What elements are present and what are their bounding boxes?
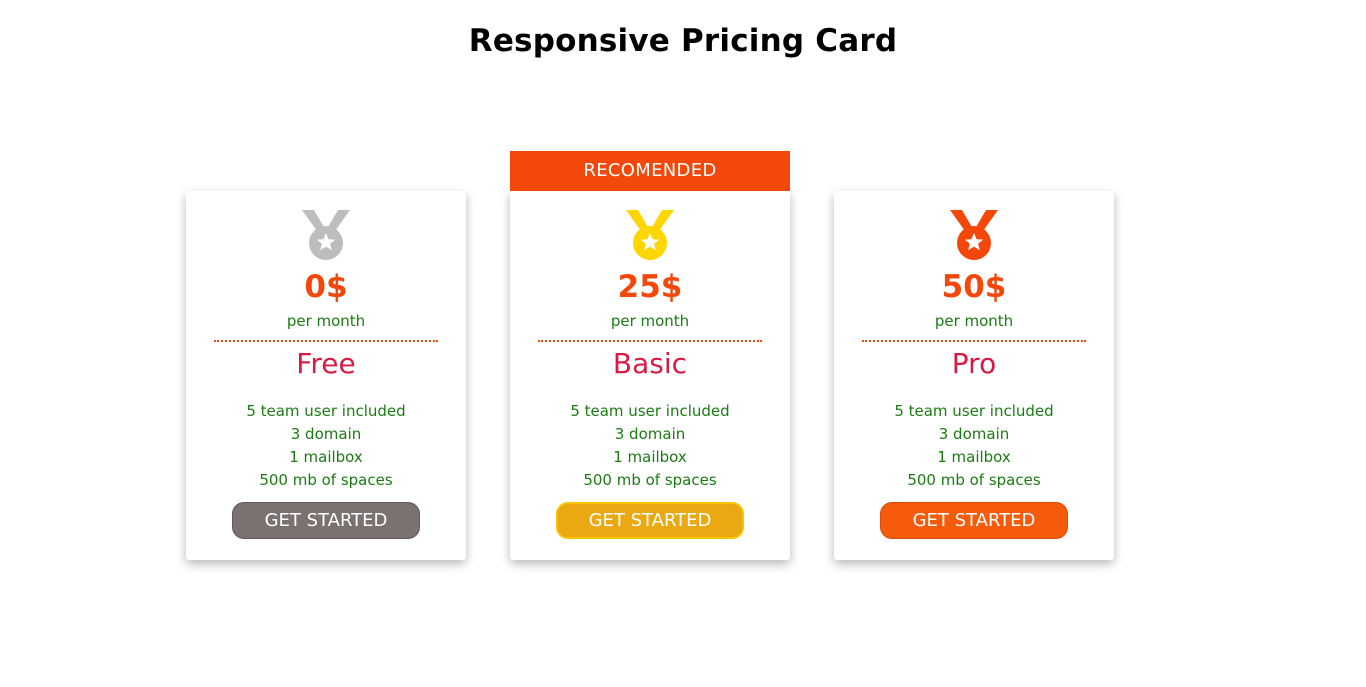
plan-price: 0$ (304, 269, 348, 305)
feature-item: 5 team user included (894, 402, 1054, 420)
bronze-medal-icon (950, 210, 998, 260)
pricing-page: Responsive Pricing Card 0$ per month Fre… (0, 0, 1366, 687)
feature-item: 500 mb of spaces (907, 471, 1041, 489)
feature-item: 5 team user included (246, 402, 406, 420)
feature-item: 1 mailbox (937, 448, 1011, 466)
page-title: Responsive Pricing Card (468, 23, 898, 59)
feature-list: 5 team user included 3 domain 1 mailbox … (186, 400, 466, 492)
pricing-card-free: 0$ per month Free 5 team user included 3… (186, 191, 466, 560)
feature-item: 5 team user included (570, 402, 730, 420)
feature-item: 3 domain (290, 425, 362, 443)
plan-period: per month (934, 312, 1014, 330)
feature-item: 500 mb of spaces (583, 471, 717, 489)
gold-medal-icon (626, 210, 674, 260)
divider (214, 340, 438, 342)
plan-period: per month (286, 312, 366, 330)
get-started-button-basic[interactable]: GET STARTED (556, 502, 744, 539)
pricing-card-basic: RECOMENDED 25$ per month Basic 5 team us… (510, 151, 790, 560)
plan-period: per month (610, 312, 690, 330)
feature-item: 3 domain (614, 425, 686, 443)
silver-medal-icon (302, 210, 350, 260)
feature-list: 5 team user included 3 domain 1 mailbox … (834, 400, 1114, 492)
pricing-card-pro: 50$ per month Pro 5 team user included 3… (834, 191, 1114, 560)
divider (862, 340, 1086, 342)
recommended-ribbon: RECOMENDED (510, 151, 790, 191)
plan-price: 25$ (617, 269, 683, 305)
feature-list: 5 team user included 3 domain 1 mailbox … (510, 400, 790, 492)
get-started-button-free[interactable]: GET STARTED (232, 502, 420, 539)
divider (538, 340, 762, 342)
feature-item: 500 mb of spaces (259, 471, 393, 489)
feature-item: 1 mailbox (613, 448, 687, 466)
feature-item: 1 mailbox (289, 448, 363, 466)
plan-price: 50$ (941, 269, 1007, 305)
feature-item: 3 domain (938, 425, 1010, 443)
plan-name: Free (296, 347, 356, 380)
plan-name: Pro (951, 347, 997, 380)
get-started-button-pro[interactable]: GET STARTED (880, 502, 1068, 539)
plan-name: Basic (612, 347, 688, 380)
